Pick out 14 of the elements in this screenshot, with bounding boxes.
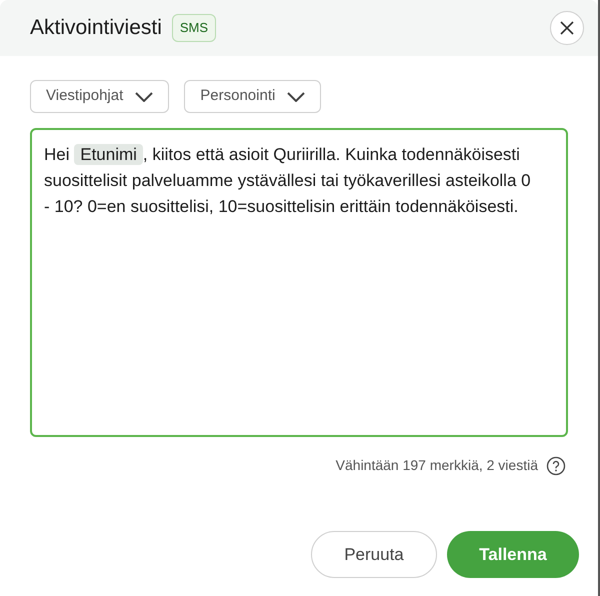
dropdown-button[interactable]: Personointi — [184, 80, 322, 113]
chevron-down-icon — [135, 92, 154, 102]
dialog-title: Aktivointiviesti — [30, 15, 162, 42]
channel-badge: SMS — [172, 14, 216, 42]
cancel-button[interactable]: Peruuta — [311, 531, 437, 578]
chevron-down-icon — [287, 92, 306, 102]
close-icon — [559, 20, 575, 36]
character-counter: Vähintään 197 merkkiä, 2 viestiä — [336, 456, 538, 475]
help-icon[interactable] — [546, 456, 566, 476]
close-button[interactable] — [550, 11, 584, 45]
message-field[interactable] — [30, 128, 568, 437]
message-text: Hei Etunimi , kiitos että asioit Quriirilla. Kuinka todennäköisesti suosittelisit palveluamme ystävällesi tai työkaverillesi asteikolla 0 - 10? 0=en suosittelisi, 10=suosittelisin erittäin todennäköisesti. — [44, 143, 532, 218]
dropdown-button[interactable]: Viestipohjat — [30, 80, 170, 113]
personalization-tag[interactable]: Etunimi — [74, 144, 143, 165]
